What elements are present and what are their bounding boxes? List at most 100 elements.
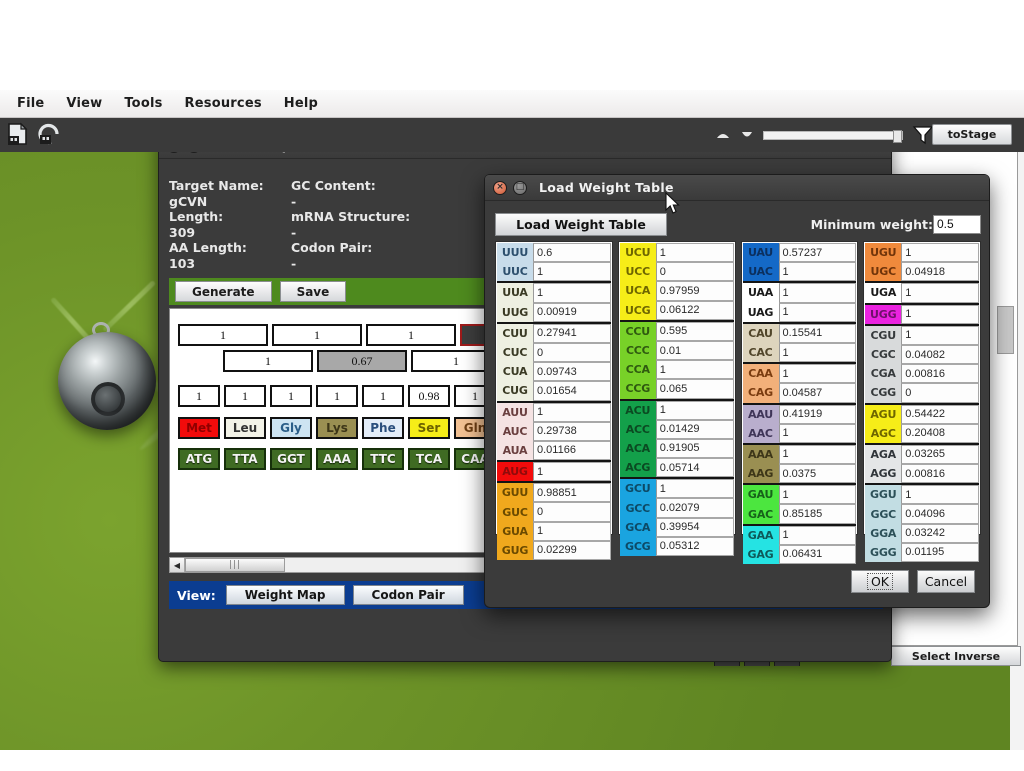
save-button[interactable]: Save (279, 281, 347, 302)
amino-acid-cell[interactable]: Lys (316, 417, 358, 439)
zoom-slider-thumb[interactable] (893, 129, 902, 143)
codon-weight-input[interactable]: 0.00816 (901, 464, 979, 484)
menu-resources[interactable]: Resources (176, 93, 271, 114)
weight-cell[interactable]: 1 (223, 350, 313, 372)
codon-weight-input[interactable]: 1 (655, 360, 734, 380)
menu-tools[interactable]: Tools (115, 93, 171, 114)
weight-cell[interactable]: 1 (178, 324, 268, 346)
codon-weight-input[interactable]: 0.02299 (533, 540, 611, 560)
codon-cell[interactable]: ATG (178, 448, 220, 470)
ok-button[interactable]: OK (851, 570, 909, 593)
codon-weight-input[interactable]: 0.57237 (778, 243, 857, 263)
amino-acid-cell[interactable]: Leu (224, 417, 266, 439)
minimum-weight-input[interactable]: 0.5 (933, 214, 981, 234)
zoom-slider[interactable] (763, 129, 903, 143)
view-button-weight-map[interactable]: Weight Map (225, 585, 345, 605)
codon-weight-input[interactable]: 0.27941 (533, 323, 611, 343)
background-scrollbar-thumb[interactable] (997, 306, 1014, 354)
codon-weight-input[interactable]: 0.0375 (778, 464, 857, 484)
weight-cell[interactable]: 1 (272, 324, 362, 346)
codon-weight-input[interactable]: 0 (533, 502, 611, 522)
cancel-button[interactable]: Cancel (917, 570, 975, 593)
codon-weight-input[interactable]: 0.54422 (901, 404, 979, 424)
codon-weight-input[interactable]: 0.06122 (655, 300, 734, 320)
generate-button[interactable]: Generate (175, 281, 272, 302)
weight-cell[interactable]: 1 (316, 385, 358, 407)
save-circle-icon[interactable] (36, 121, 62, 147)
menu-view[interactable]: View (57, 93, 111, 114)
codon-weight-input[interactable]: 0.595 (655, 321, 734, 341)
codon-weight-input[interactable]: 0.15541 (778, 323, 857, 343)
select-inverse-button[interactable]: Select Inverse (891, 646, 1021, 666)
codon-weight-input[interactable]: 0.04096 (901, 504, 979, 524)
codon-weight-input[interactable]: 0.05714 (655, 458, 734, 478)
codon-weight-input[interactable]: 1 (533, 262, 611, 282)
save-document-icon[interactable] (5, 121, 31, 147)
codon-cell[interactable]: GGT (270, 448, 312, 470)
codon-weight-input[interactable]: 0.04082 (901, 344, 979, 365)
weight-cell[interactable]: 1 (178, 385, 220, 407)
amino-acid-cell[interactable]: Phe (362, 417, 404, 439)
codon-weight-input[interactable]: 0.01654 (533, 381, 611, 401)
view-button-codon-pair[interactable]: Codon Pair (352, 585, 464, 605)
codon-weight-input[interactable]: 0.20408 (901, 423, 979, 443)
codon-weight-input[interactable]: 0.41919 (778, 404, 857, 424)
weight-cell[interactable]: 0.98 (408, 385, 450, 407)
codon-weight-input[interactable]: 1 (901, 485, 979, 505)
codon-weight-input[interactable]: 1 (778, 423, 857, 443)
codon-weight-input[interactable]: 1 (533, 462, 611, 482)
amino-acid-cell[interactable]: Ser (408, 417, 450, 439)
arrow-up-icon[interactable] (715, 128, 731, 142)
weight-cell[interactable]: 1 (224, 385, 266, 407)
codon-weight-input[interactable]: 0.065 (655, 379, 734, 399)
codon-weight-input[interactable]: 0.00816 (901, 364, 979, 384)
codon-weight-input[interactable]: 1 (533, 402, 611, 422)
weight-cell[interactable]: 1 (362, 385, 404, 407)
codon-cell[interactable]: TTA (224, 448, 266, 470)
codon-weight-input[interactable]: 0.6 (533, 243, 611, 263)
tostage-button[interactable]: toStage (932, 124, 1012, 145)
codon-weight-input[interactable]: 0.39954 (655, 517, 734, 537)
codon-weight-input[interactable]: 1 (778, 262, 857, 282)
codon-weight-input[interactable]: 0.91905 (655, 438, 734, 459)
weight-cell[interactable]: 0.67 (317, 350, 407, 372)
close-icon[interactable]: × (493, 180, 507, 195)
menu-file[interactable]: File (8, 93, 53, 114)
codon-weight-input[interactable]: 1 (778, 342, 857, 363)
codon-cell[interactable]: AAA (316, 448, 358, 470)
codon-weight-input[interactable]: 0.00919 (533, 302, 611, 322)
scroll-left-arrow-icon[interactable]: ◀ (170, 558, 185, 572)
codon-weight-input[interactable]: 0.01166 (533, 440, 611, 461)
codon-weight-input[interactable]: 1 (655, 479, 734, 499)
load-weight-table-button[interactable]: Load Weight Table (495, 212, 667, 236)
codon-weight-input[interactable]: 0 (533, 342, 611, 363)
codon-weight-input[interactable]: 0.01429 (655, 419, 734, 439)
codon-weight-input[interactable]: 1 (655, 243, 734, 263)
codon-weight-input[interactable]: 0 (655, 262, 734, 282)
codon-weight-input[interactable]: 0.01 (655, 340, 734, 361)
codon-weight-input[interactable]: 1 (655, 400, 734, 420)
amino-acid-cell[interactable]: Gly (270, 417, 312, 439)
codon-weight-input[interactable]: 0.02079 (655, 498, 734, 518)
codon-weight-input[interactable]: 0.03265 (901, 444, 979, 465)
arrow-down-icon[interactable] (739, 128, 755, 142)
load-weight-table-titlebar[interactable]: × □ Load Weight Table (485, 175, 989, 201)
codon-weight-input[interactable]: 1 (778, 444, 857, 465)
codon-weight-input[interactable]: 0.97959 (655, 281, 734, 301)
weight-cell[interactable]: 1 (270, 385, 312, 407)
codon-weight-input[interactable]: 1 (778, 364, 857, 384)
codon-weight-input[interactable]: 1 (901, 304, 979, 324)
codon-weight-input[interactable]: 1 (778, 485, 857, 505)
codon-weight-input[interactable]: 0.06431 (778, 544, 857, 564)
codon-weight-input[interactable]: 0.01195 (901, 542, 979, 562)
codon-weight-input[interactable]: 0.09743 (533, 362, 611, 382)
menu-help[interactable]: Help (275, 93, 327, 114)
codon-weight-input[interactable]: 1 (533, 521, 611, 541)
codon-weight-input[interactable]: 0.03242 (901, 523, 979, 543)
codon-weight-input[interactable]: 0.85185 (778, 504, 857, 524)
codon-cell[interactable]: TCA (408, 448, 450, 470)
codon-weight-input[interactable]: 0.04918 (901, 262, 979, 282)
codon-weight-input[interactable]: 0.29738 (533, 421, 611, 441)
maximize-icon[interactable]: □ (513, 180, 527, 195)
codon-weight-input[interactable]: 1 (901, 243, 979, 263)
